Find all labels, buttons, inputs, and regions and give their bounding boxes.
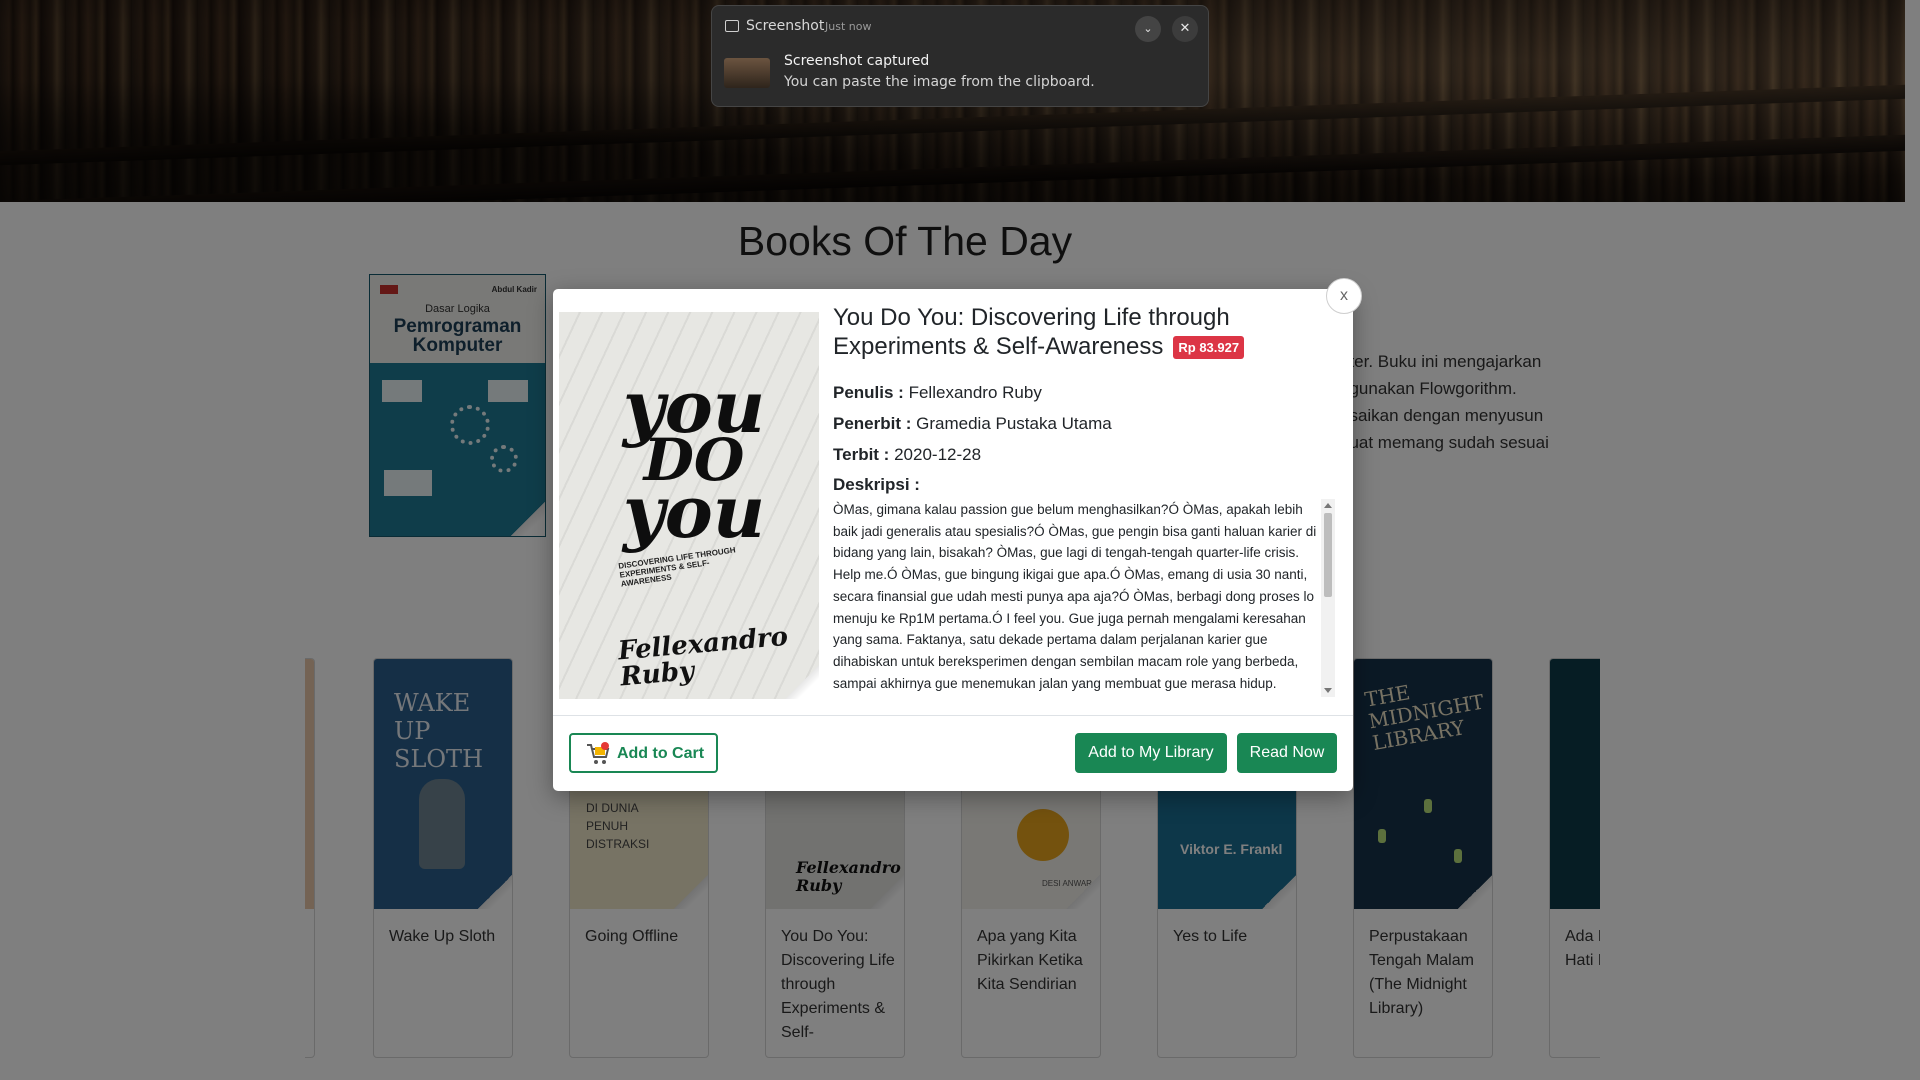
add-to-cart-button[interactable]: Add to Cart	[569, 733, 718, 773]
scrollbar-thumb[interactable]	[1324, 513, 1332, 597]
publisher-row: Penerbit : Gramedia Pustaka Utama	[833, 414, 1112, 433]
screenshot-app-icon	[725, 20, 739, 32]
modal-close-button[interactable]: x	[1326, 278, 1362, 314]
scroll-up-arrow-icon[interactable]	[1324, 503, 1332, 508]
modal-book-cover: you DO you DISCOVERING LIFE THROUGH EXPE…	[559, 312, 819, 699]
book-detail-modal: you DO you DISCOVERING LIFE THROUGH EXPE…	[553, 289, 1353, 791]
modal-title: You Do You: Discovering Life through Exp…	[833, 303, 1293, 361]
published-date-row: Terbit : 2020-12-28	[833, 445, 982, 464]
screenshot-notification[interactable]: Screenshot Just now ⌄ ✕ Screenshot captu…	[711, 5, 1209, 107]
description-scrollbar[interactable]	[1321, 499, 1335, 697]
cart-icon	[587, 742, 610, 764]
author-row: Penulis : Fellexandro Ruby	[833, 383, 1042, 402]
price-badge: Rp 83.927	[1173, 336, 1245, 360]
read-now-button[interactable]: Read Now	[1237, 733, 1337, 773]
screenshot-thumbnail[interactable]	[724, 58, 770, 88]
scroll-down-arrow-icon[interactable]	[1324, 688, 1332, 693]
add-to-library-button[interactable]: Add to My Library	[1075, 733, 1227, 773]
chevron-down-icon[interactable]: ⌄	[1135, 16, 1161, 42]
page-curl	[785, 665, 819, 699]
notification-time: Just now	[825, 20, 872, 33]
description-label: Deskripsi :	[833, 475, 920, 494]
close-icon[interactable]: ✕	[1172, 16, 1198, 42]
notification-title: Screenshot captured	[784, 53, 930, 69]
description-text[interactable]: ÒMas, gimana kalau passion gue belum men…	[833, 499, 1338, 697]
notification-body: You can paste the image from the clipboa…	[784, 74, 1095, 90]
modal-footer-divider	[553, 715, 1353, 716]
notification-app-name: Screenshot	[746, 18, 825, 34]
